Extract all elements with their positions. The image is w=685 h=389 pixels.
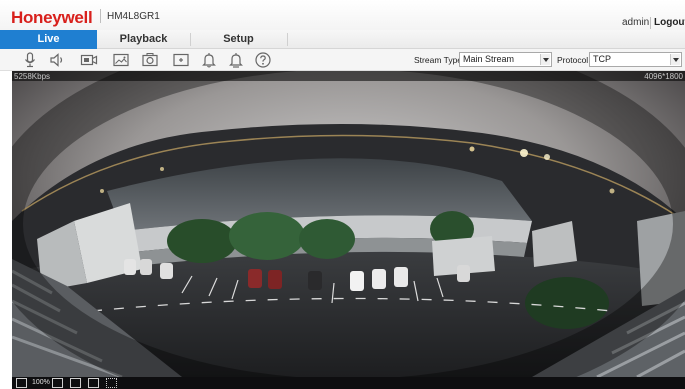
- help-icon[interactable]: [254, 51, 272, 69]
- bitrate-readout: 5258Kbps: [14, 72, 51, 81]
- capture-icon[interactable]: [141, 51, 159, 69]
- header: Honeywell HM4L8GR1 admin Logout: [0, 0, 685, 30]
- logout-button[interactable]: Logout: [654, 17, 685, 28]
- stream-type-select[interactable]: Main Stream: [459, 52, 552, 67]
- snapshot-icon[interactable]: [112, 51, 130, 69]
- device-model: HM4L8GR1: [107, 11, 160, 22]
- record-icon[interactable]: [80, 51, 98, 69]
- protocol-select[interactable]: TCP: [589, 52, 682, 67]
- fit-screen-icon[interactable]: [16, 378, 27, 388]
- video-info-bar: [12, 71, 685, 81]
- camera-web-client: Honeywell HM4L8GR1 admin Logout Live Pla…: [0, 0, 685, 389]
- live-video-view[interactable]: [12, 71, 685, 377]
- alarm-out-bell-icon[interactable]: [227, 51, 245, 69]
- chevron-down-icon: [540, 54, 550, 65]
- user-divider: [650, 17, 651, 29]
- zoom-level[interactable]: 100%: [32, 378, 50, 388]
- microphone-icon[interactable]: [21, 51, 39, 69]
- header-divider: [100, 9, 101, 23]
- live-toolbar: Stream Type Main Stream Protocol TCP: [0, 49, 685, 71]
- fisheye-camera-image: [12, 71, 685, 377]
- stream-type-value: Main Stream: [463, 54, 515, 64]
- brand-logo: Honeywell: [11, 8, 93, 27]
- actual-size-icon[interactable]: [52, 378, 63, 388]
- zoom-icon[interactable]: [172, 51, 190, 69]
- protocol-label: Protocol: [557, 55, 589, 65]
- stream-type-label: Stream Type: [414, 55, 463, 65]
- username: admin: [622, 17, 650, 28]
- speaker-icon[interactable]: [48, 51, 66, 69]
- chevron-down-icon: [670, 54, 680, 65]
- full-screen-icon[interactable]: [70, 378, 81, 388]
- resolution-readout: 4096*1800: [644, 72, 683, 81]
- grid-icon[interactable]: [106, 378, 117, 388]
- alarm-bell-icon[interactable]: [200, 51, 218, 69]
- aspect-ratio-icon[interactable]: [88, 378, 99, 388]
- tab-setup[interactable]: Setup: [190, 30, 287, 49]
- video-controls-bar: 100%: [12, 377, 685, 389]
- tab-playback[interactable]: Playback: [97, 30, 190, 49]
- main-nav: Live Playback Setup: [0, 30, 685, 49]
- tab-live[interactable]: Live: [0, 30, 97, 49]
- tab-divider: [287, 33, 288, 46]
- protocol-value: TCP: [593, 54, 611, 64]
